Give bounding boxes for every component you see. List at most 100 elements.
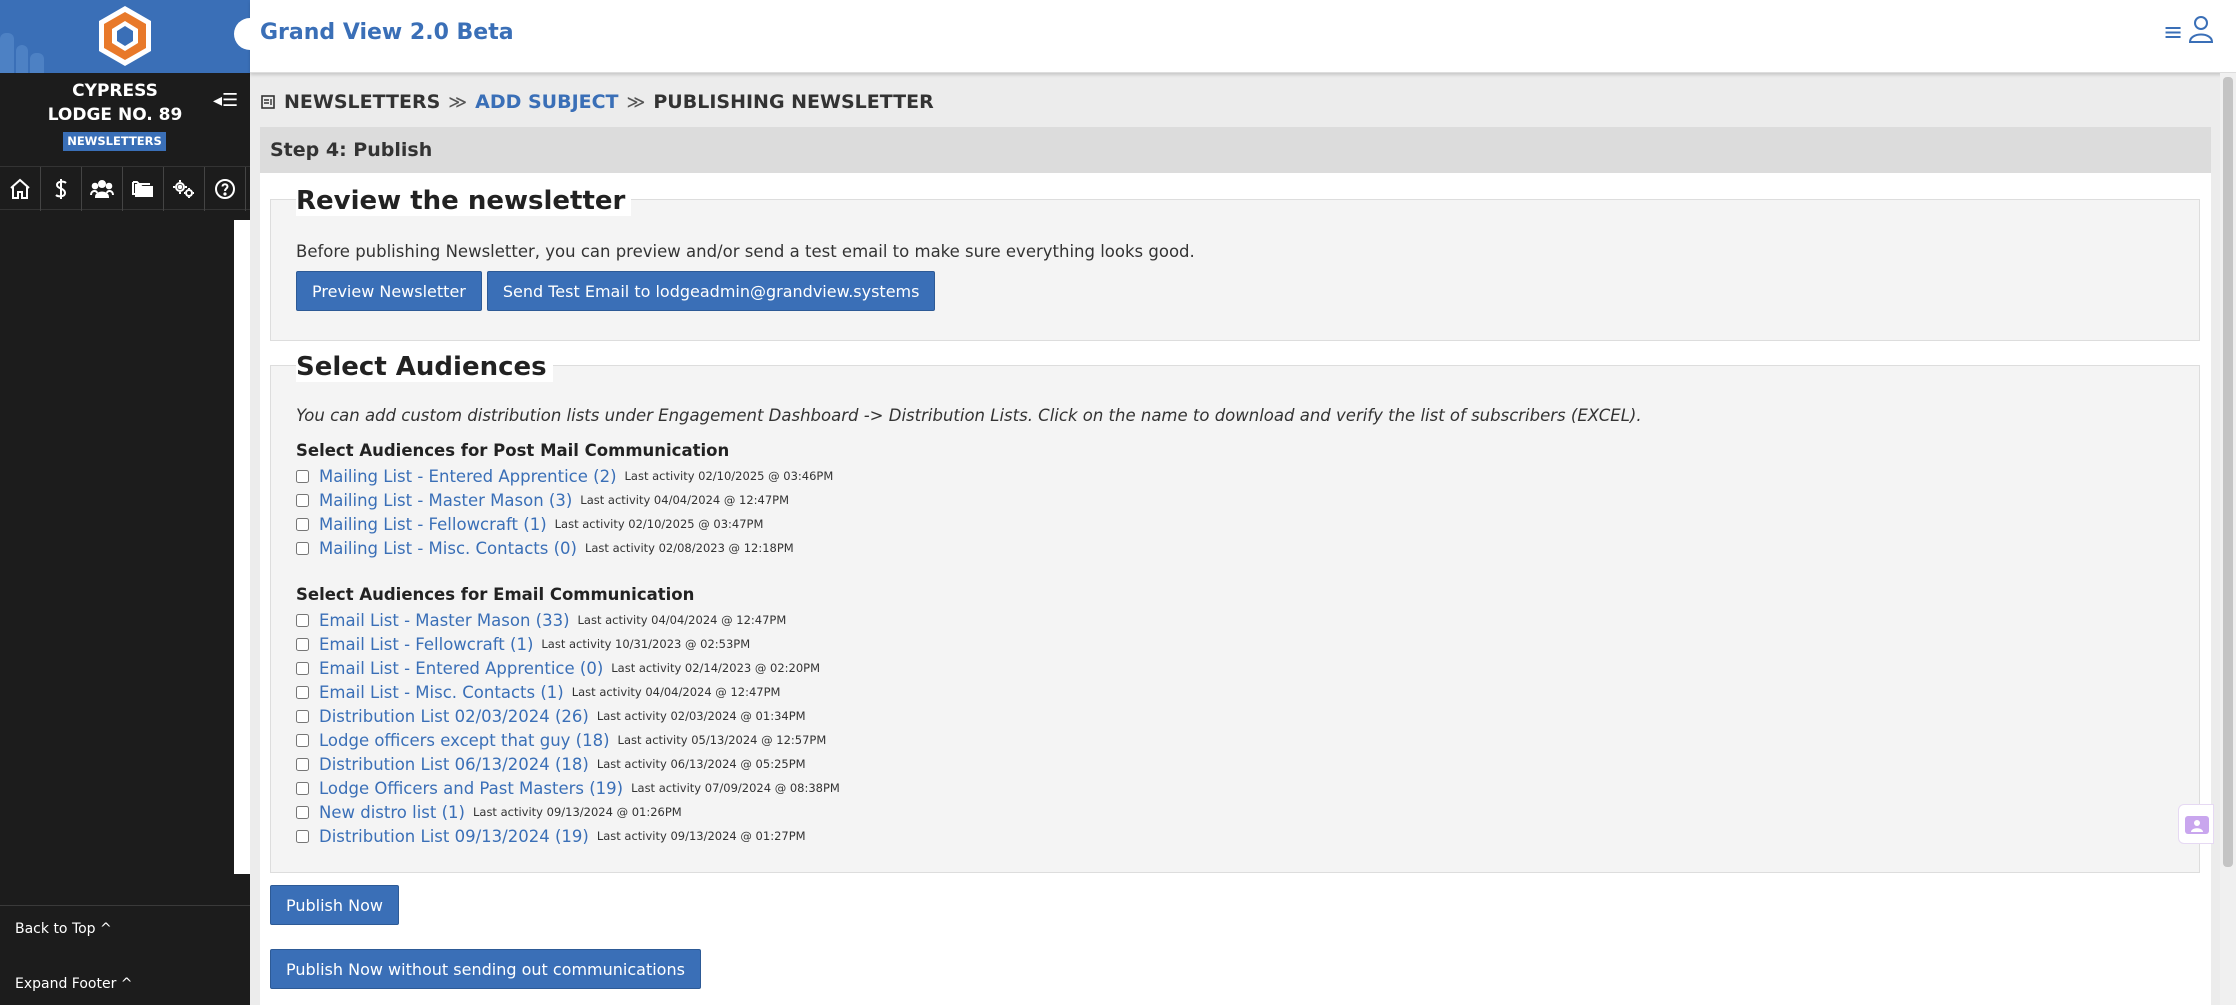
list-item: Distribution List 09/13/2024 (19) Last a… xyxy=(296,824,806,848)
publish-without-communications-button[interactable]: Publish Now without sending out communic… xyxy=(270,949,701,989)
feedback-widget-icon[interactable] xyxy=(2178,804,2214,844)
list-name-link[interactable]: Mailing List - Fellowcraft (1) xyxy=(319,515,547,534)
audience-checkbox[interactable] xyxy=(296,541,309,555)
dollar-icon[interactable] xyxy=(41,167,82,211)
list-name-link[interactable]: Email List - Entered Apprentice (0) xyxy=(319,659,603,678)
list-last-activity: Last activity 02/10/2025 @ 03:46PM xyxy=(624,469,834,483)
breadcrumb-newsletters[interactable]: NEWSLETTERS xyxy=(284,91,440,113)
sidebar: CYPRESS LODGE NO. 89 NEWSLETTERS ◂☰ Back… xyxy=(0,0,250,1005)
lodge-logo-icon[interactable] xyxy=(96,4,154,68)
audiences-note: You can add custom distribution lists un… xyxy=(296,406,1642,425)
audience-checkbox[interactable] xyxy=(296,757,309,771)
list-last-activity: Last activity 02/14/2023 @ 02:20PM xyxy=(611,661,821,675)
lodge-name-line2: LODGE NO. 89 xyxy=(47,105,183,125)
list-name-link[interactable]: Mailing List - Misc. Contacts (0) xyxy=(319,539,577,558)
audience-checkbox[interactable] xyxy=(296,517,309,531)
publish-now-button[interactable]: Publish Now xyxy=(270,885,399,925)
help-icon[interactable] xyxy=(205,167,246,211)
list-item: Mailing List - Entered Apprentice (2) La… xyxy=(296,464,833,488)
step-title: Step 4: Publish xyxy=(260,127,2211,173)
breadcrumb-add-subject[interactable]: ADD SUBJECT xyxy=(475,91,618,113)
audience-checkbox[interactable] xyxy=(296,709,309,723)
expand-footer-link[interactable]: Expand Footer ^ xyxy=(15,976,133,992)
list-last-activity: Last activity 04/04/2024 @ 12:47PM xyxy=(571,685,781,699)
list-item: Email List - Master Mason (33) Last acti… xyxy=(296,608,786,632)
list-item: Lodge officers except that guy (18) Last… xyxy=(296,728,826,752)
audience-checkbox[interactable] xyxy=(296,661,309,675)
main-content: NEWSLETTERS ≫ ADD SUBJECT ≫ PUBLISHING N… xyxy=(250,73,2236,1005)
list-item: Distribution List 06/13/2024 (18) Last a… xyxy=(296,752,806,776)
breadcrumb-separator-icon: ≫ xyxy=(626,91,646,113)
logo-area xyxy=(0,0,250,73)
settings-icon[interactable] xyxy=(164,167,205,211)
breadcrumb-separator-icon: ≫ xyxy=(448,91,468,113)
list-last-activity: Last activity 04/04/2024 @ 12:47PM xyxy=(580,493,790,507)
post-mail-label: Select Audiences for Post Mail Communica… xyxy=(296,441,730,460)
list-name-link[interactable]: Email List - Misc. Contacts (1) xyxy=(319,683,564,702)
list-last-activity: Last activity 07/09/2024 @ 08:38PM xyxy=(631,781,840,795)
list-item: Email List - Entered Apprentice (0) Last… xyxy=(296,656,820,680)
step-panel: Step 4: Publish Review the newsletter Be… xyxy=(260,127,2211,1005)
scrollbar-thumb[interactable] xyxy=(2223,77,2233,867)
list-item: Mailing List - Master Mason (3) Last act… xyxy=(296,488,789,512)
list-item: Email List - Misc. Contacts (1) Last act… xyxy=(296,680,780,704)
audience-checkbox[interactable] xyxy=(296,685,309,699)
list-name-link[interactable]: Email List - Fellowcraft (1) xyxy=(319,635,533,654)
list-name-link[interactable]: Distribution List 02/03/2024 (26) xyxy=(319,707,589,726)
page-scrollbar[interactable] xyxy=(2220,73,2236,1005)
list-last-activity: Last activity 09/13/2024 @ 01:27PM xyxy=(596,829,806,843)
lodge-name-line1: CYPRESS xyxy=(72,81,158,101)
sidebar-footer: Back to Top ^ Expand Footer ^ xyxy=(0,905,250,1005)
list-last-activity: Last activity 02/03/2024 @ 01:34PM xyxy=(596,709,806,723)
audience-checkbox[interactable] xyxy=(296,733,309,747)
send-test-email-button[interactable]: Send Test Email to lodgeadmin@grandview.… xyxy=(486,271,936,311)
list-item: Mailing List - Fellowcraft (1) Last acti… xyxy=(296,512,763,536)
audience-checkbox[interactable] xyxy=(296,637,309,651)
module-badge: NEWSLETTERS xyxy=(63,132,166,151)
folders-icon[interactable] xyxy=(123,167,164,211)
review-description: Before publishing Newsletter, you can pr… xyxy=(296,242,1195,261)
review-box: Review the newsletter Before publishing … xyxy=(270,186,2200,341)
review-heading: Review the newsletter xyxy=(296,186,632,216)
audience-checkbox[interactable] xyxy=(296,493,309,507)
hamburger-menu-icon[interactable]: ≡ xyxy=(2163,18,2183,46)
audiences-box: Select Audiences You can add custom dist… xyxy=(270,352,2200,873)
list-last-activity: Last activity 09/13/2024 @ 01:26PM xyxy=(472,805,682,819)
audience-checkbox[interactable] xyxy=(296,781,309,795)
list-name-link[interactable]: Lodge officers except that guy (18) xyxy=(319,731,610,750)
audience-checkbox[interactable] xyxy=(296,829,309,843)
back-to-top-link[interactable]: Back to Top ^ xyxy=(15,921,112,937)
list-item: Distribution List 02/03/2024 (26) Last a… xyxy=(296,704,806,728)
sidebar-collapse-icon[interactable]: ◂☰ xyxy=(213,90,238,111)
audience-checkbox[interactable] xyxy=(296,469,309,483)
list-last-activity: Last activity 04/04/2024 @ 12:47PM xyxy=(577,613,787,627)
list-name-link[interactable]: Lodge Officers and Past Masters (19) xyxy=(319,779,623,798)
preview-newsletter-button[interactable]: Preview Newsletter xyxy=(296,271,482,311)
list-name-link[interactable]: Email List - Master Mason (33) xyxy=(319,611,570,630)
audience-checkbox[interactable] xyxy=(296,805,309,819)
list-item: Email List - Fellowcraft (1) Last activi… xyxy=(296,632,750,656)
members-icon[interactable] xyxy=(82,167,123,211)
breadcrumb-current: PUBLISHING NEWSLETTER xyxy=(653,91,934,113)
breadcrumb: NEWSLETTERS ≫ ADD SUBJECT ≫ PUBLISHING N… xyxy=(260,91,934,113)
sidebar-icon-bar xyxy=(0,166,250,211)
list-last-activity: Last activity 10/31/2023 @ 02:53PM xyxy=(541,637,751,651)
app-title[interactable]: Grand View 2.0 Beta xyxy=(260,20,514,45)
list-last-activity: Last activity 06/13/2024 @ 05:25PM xyxy=(596,757,806,771)
list-name-link[interactable]: Mailing List - Master Mason (3) xyxy=(319,491,572,510)
audience-checkbox[interactable] xyxy=(296,613,309,627)
email-label: Select Audiences for Email Communication xyxy=(296,585,695,604)
newsletter-icon xyxy=(261,95,275,109)
list-item: Lodge Officers and Past Masters (19) Las… xyxy=(296,776,840,800)
home-icon[interactable] xyxy=(0,167,41,211)
user-icon[interactable] xyxy=(2187,14,2215,44)
list-name-link[interactable]: Mailing List - Entered Apprentice (2) xyxy=(319,467,617,486)
list-last-activity: Last activity 02/10/2025 @ 03:47PM xyxy=(554,517,764,531)
list-item: Mailing List - Misc. Contacts (0) Last a… xyxy=(296,536,794,560)
list-name-link[interactable]: Distribution List 09/13/2024 (19) xyxy=(319,827,589,846)
list-name-link[interactable]: New distro list (1) xyxy=(319,803,465,822)
list-name-link[interactable]: Distribution List 06/13/2024 (18) xyxy=(319,755,589,774)
list-last-activity: Last activity 05/13/2024 @ 12:57PM xyxy=(617,733,827,747)
list-last-activity: Last activity 02/08/2023 @ 12:18PM xyxy=(584,541,794,555)
top-header: Grand View 2.0 Beta ≡ xyxy=(234,0,2236,73)
